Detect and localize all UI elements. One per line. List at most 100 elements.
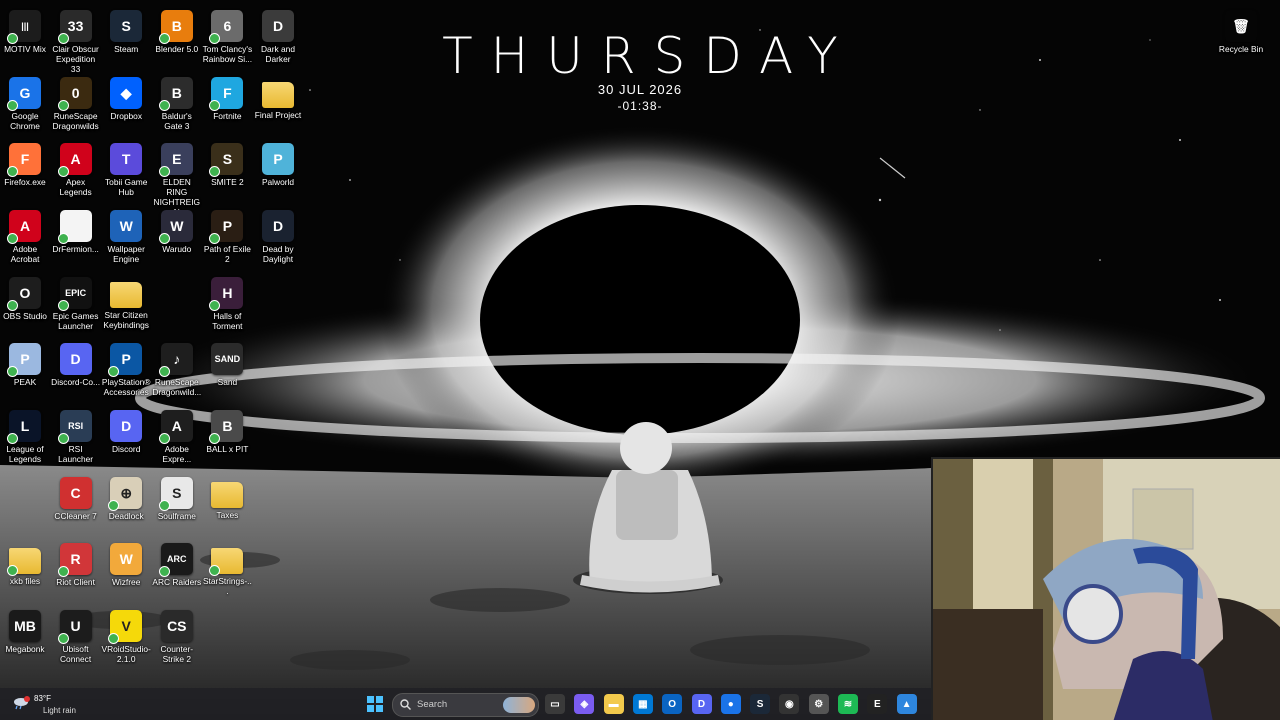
taskbar-steam-button[interactable]: S xyxy=(750,694,771,714)
sync-check-icon xyxy=(57,100,69,111)
desktop-icon-riot-client[interactable]: R Riot Client xyxy=(51,538,101,600)
sync-check-icon xyxy=(7,33,18,44)
desktop-icon-palworld[interactable]: P Palworld xyxy=(253,138,303,200)
taskbar-outlook-button[interactable]: O xyxy=(662,694,683,714)
desktop-icon-label: RuneScape Dragonwilds xyxy=(52,111,99,131)
desktop-icon-final-project[interactable]: Final Project xyxy=(253,72,303,134)
desktop-icon-arc-raiders[interactable]: ARC ARC Raiders xyxy=(152,538,202,600)
taskbar-chrome-button[interactable]: ● xyxy=(720,694,741,714)
ubisoft-connect-icon: U xyxy=(57,610,92,644)
taskbar-obs-button[interactable]: ◉ xyxy=(779,694,800,714)
desktop-icon-taxes[interactable]: Taxes xyxy=(202,472,252,534)
sync-check-icon xyxy=(57,300,69,311)
ccleaner-7-icon: C xyxy=(59,477,92,509)
epic-games-icon: E xyxy=(873,698,881,710)
runescape-dragonwilds-icon: 0 xyxy=(57,77,92,111)
desktop-icon-halls-of-torment[interactable]: H Halls of Torment xyxy=(202,272,252,334)
desktop-icon-playstation-accessories[interactable]: P PlayStation® Accessories xyxy=(101,338,151,400)
desktop-icon-path-of-exile-2[interactable]: P Path of Exile 2 xyxy=(202,205,252,267)
desktop-icon-label: Counter-Strike 2 xyxy=(160,644,194,664)
taskbar-discord-button[interactable]: D xyxy=(691,694,712,714)
desktop-icon-league-of-legends[interactable]: L League of Legends xyxy=(0,405,50,467)
desktop-icon-counter-strike-2[interactable]: CS Counter-Strike 2 xyxy=(152,605,202,667)
adobe-acrobat-icon: A xyxy=(7,210,41,244)
taskbar-search[interactable]: Search xyxy=(392,693,539,717)
taskbar-file-explorer-button[interactable]: ▬ xyxy=(603,694,624,714)
desktop-icon-adobe-acrobat[interactable]: A Adobe Acrobat xyxy=(0,205,50,267)
taskbar-spotify-button[interactable]: ≋ xyxy=(838,694,858,714)
league-of-legends-icon: L xyxy=(7,410,41,444)
desktop-icon-blender-5-0[interactable]: B Blender 5.0 xyxy=(152,5,202,67)
taskbar-photos-button[interactable]: ▲ xyxy=(896,694,917,714)
desktop-icon-label: MOTIV Mix xyxy=(4,44,46,54)
desktop-icon-discord[interactable]: D Discord xyxy=(101,405,151,467)
desktop-icon-star-citizen-keybindings[interactable]: Star Citizen Keybindings xyxy=(101,272,151,334)
clock-time: -01:38- xyxy=(617,99,663,113)
desktop-icon-obs-studio[interactable]: O OBS Studio xyxy=(0,272,50,334)
desktop-icon-wallpaper-engine[interactable]: W Wallpaper Engine xyxy=(101,205,151,267)
desktop-icon-runescape-dragonwilds[interactable]: 0 RuneScape Dragonwilds xyxy=(51,72,101,134)
desktop-icon-label: Dark and Darker xyxy=(261,44,295,64)
desktop-icon-vroidstudio-2-1-0[interactable]: V VRoidStudio-2.1.0 xyxy=(101,605,151,667)
desktop-icon-xkb-files[interactable]: xkb files xyxy=(0,538,50,600)
desktop-icon-adobe-expre[interactable]: A Adobe Expre... xyxy=(152,405,202,467)
runescape-dragonwild-icon: ♪ xyxy=(158,343,193,377)
desktop-icon-steam[interactable]: S Steam xyxy=(101,5,151,67)
desktop-icon-epic-games-launcher[interactable]: EPIC Epic Games Launcher xyxy=(51,272,101,334)
desktop-icon-label: Adobe Expre... xyxy=(162,444,192,464)
desktop-icon-sand[interactable]: SAND Sand xyxy=(202,338,252,400)
desktop-icon-megabonk[interactable]: MB Megabonk xyxy=(0,605,50,667)
desktop-icon-google-chrome[interactable]: G Google Chrome xyxy=(0,72,50,134)
warudo-icon: W xyxy=(158,210,193,244)
start-button[interactable] xyxy=(365,694,385,714)
desktop-icon-dark-and-darker[interactable]: D Dark and Darker xyxy=(253,5,303,67)
desktop-icon-recycle-bin[interactable]: 🗑 Recycle Bin xyxy=(1216,5,1266,67)
desktop-icon-motiv-mix[interactable]: ||| MOTIV Mix xyxy=(0,5,50,67)
desktop-icon-wizfree[interactable]: W Wizfree xyxy=(101,538,151,600)
desktop-icon-smite-2[interactable]: S SMITE 2 xyxy=(202,138,252,200)
desktop-icon-drfermion[interactable]: DrFermion... xyxy=(51,205,101,267)
desktop-icon-warudo[interactable]: W Warudo xyxy=(152,205,202,267)
desktop-icon-clair-obscur-expedition-33[interactable]: 33 Clair Obscur Expedition 33 xyxy=(51,5,101,74)
weather-widget[interactable]: 83°F Light rain xyxy=(10,691,90,717)
desktop-icon-label: Taxes xyxy=(216,510,239,520)
task-view-icon: ▭ xyxy=(550,698,560,710)
desktop-icon-ccleaner-7[interactable]: C CCleaner 7 xyxy=(51,472,101,534)
desktop-icon-tobii-game-hub[interactable]: T Tobii Game Hub xyxy=(101,138,151,200)
motiv-mix-icon: ||| xyxy=(7,10,41,44)
sync-check-icon xyxy=(209,33,221,44)
desktop-icon-runescape-dragonwild[interactable]: ♪ RuneScape Dragonwild... xyxy=(152,338,202,400)
desktop-icon-rsi-launcher[interactable]: RSI RSI Launcher xyxy=(51,405,101,467)
desktop-icon-ubisoft-connect[interactable]: U Ubisoft Connect xyxy=(51,605,101,667)
desktop-icon-elden-ring-nightreign[interactable]: EELDEN RING NIGHTREIGN xyxy=(152,138,202,217)
copilot-icon: ◈ xyxy=(580,698,589,710)
taskbar-task-view-button[interactable]: ▭ xyxy=(545,694,565,714)
desktop-icon-tom-clancy-s-rainbow-si[interactable]: 6 Tom Clancy's Rainbow Si... xyxy=(202,5,252,67)
taskbar-copilot-button[interactable]: ◈ xyxy=(574,694,595,714)
desktop-icon-dead-by-daylight[interactable]: D Dead by Daylight xyxy=(253,205,303,267)
sync-check-icon xyxy=(209,166,221,177)
desktop-icon-label: Warudo xyxy=(162,244,192,254)
desktop-icon-firefox-exe[interactable]: F Firefox.exe xyxy=(0,138,50,200)
taskbar-ms-store-button[interactable]: ▦ xyxy=(632,694,653,714)
desktop-icon-soulframe[interactable]: S Soulframe xyxy=(152,472,202,534)
desktop-icon-dropbox[interactable]: ◆ Dropbox xyxy=(101,72,151,134)
desktop-icon-label: Dropbox xyxy=(110,111,143,121)
taskbar-epic-games-button[interactable]: E xyxy=(867,694,888,714)
desktop-icon-starstrings[interactable]: StarStrings-... xyxy=(202,538,252,600)
desktop-icon-label: Discord xyxy=(111,444,141,454)
desktop-icon-deadlock[interactable]: ⊕ Deadlock xyxy=(101,472,151,534)
desktop-icon-discord-co[interactable]: D Discord-Co... xyxy=(51,338,101,400)
sync-check-icon xyxy=(108,633,120,644)
sync-check-icon xyxy=(57,166,69,177)
desktop-icon-peak[interactable]: P PEAK xyxy=(0,338,50,400)
desktop-icon-apex-legends[interactable]: A Apex Legends xyxy=(51,138,101,200)
obs-studio-icon: O xyxy=(7,277,41,311)
desktop-icon-ball-x-pit[interactable]: B BALL x PIT xyxy=(202,405,252,467)
taskbar-settings-button[interactable]: ⚙ xyxy=(808,694,829,714)
desktop-icon-label: BALL x PIT xyxy=(206,444,249,454)
desktop-icon-baldur-s-gate-3[interactable]: B Baldur's Gate 3 xyxy=(152,72,202,134)
desktop-icon-label: Palworld xyxy=(261,177,295,187)
desktop-icon-fortnite[interactable]: F Fortnite xyxy=(202,72,252,134)
path-of-exile-2-icon: P xyxy=(209,210,244,244)
